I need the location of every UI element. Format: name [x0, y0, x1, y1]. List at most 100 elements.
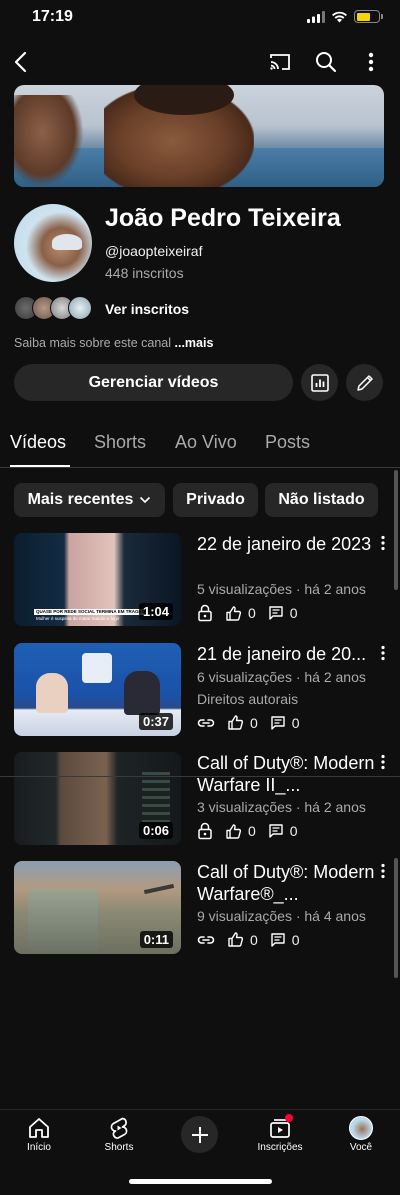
manage-videos-button[interactable]: Gerenciar vídeos	[14, 364, 293, 401]
comment-icon	[271, 715, 285, 730]
video-title[interactable]: Call of Duty®: Modern Warfare II_...	[197, 752, 377, 796]
lock-icon	[198, 604, 212, 622]
channel-banner[interactable]	[14, 85, 384, 187]
notification-dot	[285, 1114, 293, 1122]
about-channel-link[interactable]: Saiba mais sobre este canal ...mais	[14, 336, 213, 350]
back-button[interactable]	[6, 46, 38, 78]
more-options-button[interactable]	[355, 46, 387, 78]
channel-name: João Pedro Teixeira	[105, 204, 341, 232]
video-options-icon[interactable]	[379, 863, 387, 879]
video-options-icon[interactable]	[379, 535, 387, 551]
tab-posts[interactable]: Posts	[265, 432, 310, 453]
shorts-icon	[110, 1117, 128, 1139]
create-button[interactable]	[181, 1116, 218, 1153]
comment-count: 0	[289, 605, 298, 621]
copyright-notice[interactable]: Direitos autorais	[197, 691, 298, 707]
like-count: 0	[250, 714, 258, 731]
link-icon	[197, 935, 215, 944]
plus-icon	[191, 1126, 208, 1143]
search-icon	[316, 52, 337, 73]
avatar	[349, 1116, 373, 1140]
thumbs-up-icon	[226, 823, 242, 839]
nav-home-label: Início	[27, 1142, 51, 1153]
anchor-right	[124, 671, 160, 715]
home-indicator	[129, 1179, 272, 1184]
chevron-left-icon	[14, 51, 27, 73]
video-stats: 0 0	[197, 931, 306, 948]
video-title[interactable]: 21 de janeiro de 20...	[197, 643, 383, 665]
video-stats: 0 0	[197, 604, 304, 622]
video-stats: 0 0	[197, 714, 306, 731]
nav-subscriptions[interactable]: Inscrições	[245, 1114, 315, 1153]
tab-live[interactable]: Ao Vivo	[175, 432, 237, 453]
list-item[interactable]: 0:06 Call of Duty®: Modern Warfare II_..…	[0, 752, 400, 852]
video-thumbnail[interactable]: 0:06	[14, 752, 181, 845]
video-thumbnail[interactable]: 0:11	[14, 861, 181, 954]
sort-dropdown[interactable]: Mais recentes	[14, 483, 165, 517]
analytics-icon	[310, 373, 329, 392]
video-title[interactable]: 22 de janeiro de 2023	[197, 533, 377, 555]
video-duration: 0:11	[139, 931, 173, 948]
about-text: Saiba mais sobre este canal	[14, 336, 172, 350]
list-item[interactable]: 0:11 Call of Duty®: Modern Warfare®_... …	[0, 861, 400, 961]
sort-label: Mais recentes	[27, 491, 134, 508]
scrollbar[interactable]	[394, 858, 398, 978]
video-options-icon[interactable]	[379, 645, 387, 661]
cast-button[interactable]	[264, 46, 296, 78]
video-meta: 5 visualizações · há 2 anos	[197, 581, 366, 597]
status-time: 17:19	[32, 8, 73, 25]
video-options-icon[interactable]	[379, 754, 387, 770]
nav-shorts[interactable]: Shorts	[84, 1116, 154, 1153]
cast-icon	[270, 54, 290, 70]
channel-avatar[interactable]	[14, 204, 92, 282]
filter-private[interactable]: Privado	[173, 483, 258, 517]
battery-icon	[354, 10, 383, 23]
tab-videos[interactable]: Vídeos	[10, 432, 66, 453]
video-meta: 3 visualizações · há 2 anos	[197, 799, 366, 815]
map-legend	[142, 772, 170, 822]
like-count: 0	[248, 605, 256, 621]
subscriber-count: 448 inscritos	[105, 265, 184, 281]
video-thumbnail[interactable]: QUASE POR REDE SOCIAL TERMINA EM TRAGÉDI…	[14, 533, 181, 626]
video-meta: 9 visualizações · há 4 anos	[197, 908, 366, 924]
list-item[interactable]: 0:37 21 de janeiro de 20... 6 visualizaç…	[0, 643, 400, 743]
video-duration: 1:04	[138, 603, 173, 620]
channel-handle: @joaopteixeiraf	[105, 243, 203, 259]
more-vertical-icon	[368, 52, 374, 72]
nav-home[interactable]: Início	[4, 1116, 74, 1153]
thumbs-up-icon	[228, 932, 244, 947]
about-more: ...mais	[174, 336, 214, 350]
nav-shorts-label: Shorts	[104, 1142, 134, 1153]
tab-shorts[interactable]: Shorts	[94, 432, 146, 453]
like-count: 0	[248, 823, 256, 839]
nav-you[interactable]: Você	[326, 1116, 396, 1153]
edit-channel-button[interactable]	[346, 364, 383, 401]
filter-unlisted[interactable]: Não listado	[265, 483, 378, 517]
avatar	[68, 296, 92, 320]
status-icons	[307, 10, 383, 23]
view-subscribers-link[interactable]: Ver inscritos	[105, 301, 189, 317]
status-bar: 17:19	[0, 0, 400, 36]
comment-icon	[271, 932, 285, 947]
anchor-left	[36, 673, 68, 713]
video-title[interactable]: Call of Duty®: Modern Warfare®_...	[197, 861, 377, 905]
thumbnail-subcaption: Mulher é suspeita de matar marido e fugi…	[36, 616, 120, 621]
top-bar	[0, 44, 400, 84]
pencil-icon	[356, 374, 373, 391]
thumbs-up-icon	[228, 715, 244, 730]
list-item[interactable]: QUASE POR REDE SOCIAL TERMINA EM TRAGÉDI…	[0, 533, 400, 633]
video-stats: 0 0	[197, 822, 304, 840]
thumbs-up-icon	[226, 605, 242, 621]
divider	[0, 776, 400, 777]
video-duration: 0:37	[138, 713, 173, 730]
signal-icon	[307, 10, 325, 23]
nav-subscriptions-label: Inscrições	[257, 1142, 303, 1153]
comment-count: 0	[291, 931, 300, 948]
analytics-button[interactable]	[301, 364, 338, 401]
search-button[interactable]	[310, 46, 342, 78]
wifi-icon	[332, 11, 347, 22]
news-logo	[82, 653, 112, 683]
subscriber-avatars[interactable]	[14, 296, 92, 320]
video-duration: 0:06	[138, 822, 173, 839]
video-thumbnail[interactable]: 0:37	[14, 643, 181, 736]
